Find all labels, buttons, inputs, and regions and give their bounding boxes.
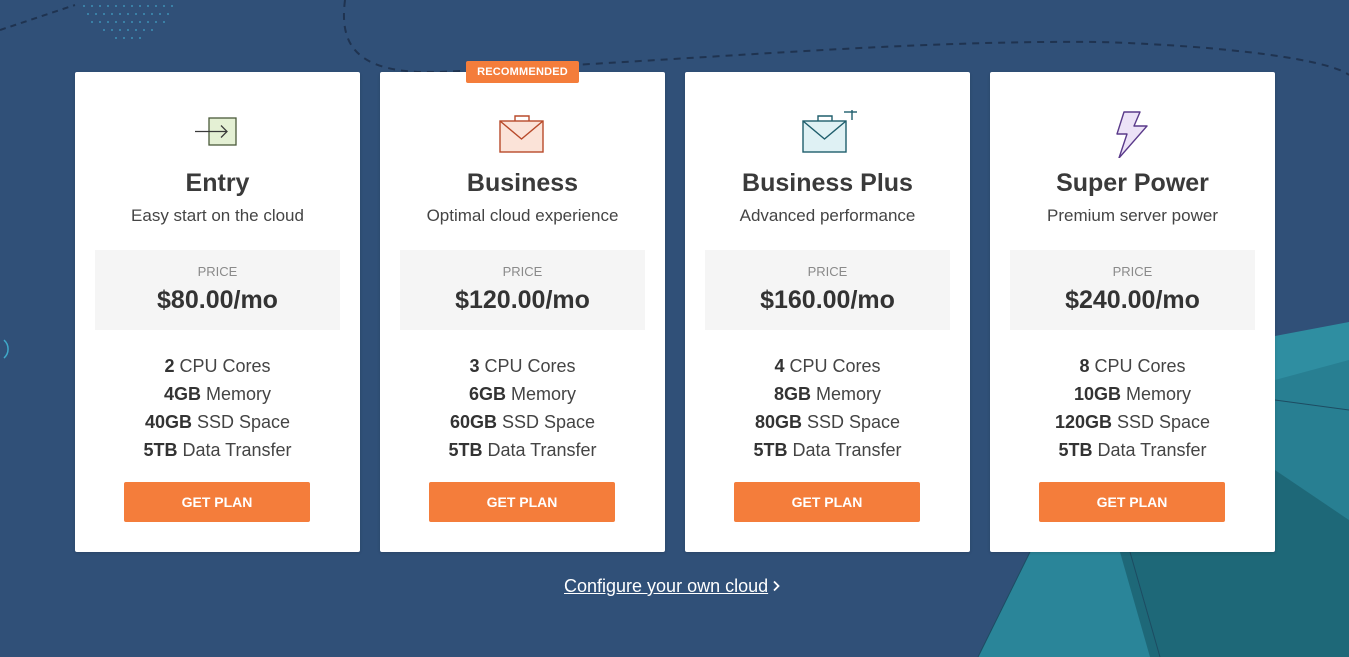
price-value: $80.00/mo: [157, 286, 278, 314]
feature-cpu: 8 CPU Cores: [1079, 356, 1186, 376]
plan-name: Business Plus: [742, 169, 913, 197]
price-box: PRICE $120.00/mo: [400, 250, 645, 330]
get-plan-button-business-plus[interactable]: GET PLAN: [734, 482, 920, 522]
recommended-badge: RECOMMENDED: [466, 61, 579, 83]
briefcase-icon: [499, 115, 544, 153]
feature-ssd: 120GB SSD Space: [1054, 412, 1211, 432]
price-value: $160.00/mo: [760, 286, 895, 314]
plan-name: Business: [466, 169, 579, 197]
feature-ssd: 80GB SSD Space: [754, 412, 901, 432]
price-value: $120.00/mo: [455, 286, 590, 314]
plan-card-business: Business Optimal cloud experience PRICE …: [380, 72, 665, 552]
arc-left: [3, 339, 9, 359]
price-label: PRICE: [502, 264, 543, 279]
get-plan-button-super-power[interactable]: GET PLAN: [1039, 482, 1225, 522]
plan-card-super-power: Super Power Premium server power PRICE $…: [990, 72, 1275, 552]
feature-cpu: 2 CPU Cores: [164, 356, 271, 376]
configure-link-label: Configure your own cloud: [564, 576, 769, 596]
price-value: $240.00/mo: [1065, 286, 1200, 314]
feature-memory: 6GB Memory: [468, 384, 577, 404]
dot-pattern: [83, 5, 173, 39]
feature-ssd: 60GB SSD Space: [449, 412, 596, 432]
price-box: PRICE $240.00/mo: [1010, 250, 1255, 330]
plan-description: Premium server power: [1047, 206, 1218, 225]
price-box: PRICE $160.00/mo: [705, 250, 950, 330]
price-label: PRICE: [197, 264, 238, 279]
feature-list: 2 CPU Cores 4GB Memory 40GB SSD Space 5T…: [75, 352, 360, 464]
plan-description: Advanced performance: [739, 206, 916, 225]
feature-list: 3 CPU Cores 6GB Memory 60GB SSD Space 5T…: [380, 352, 665, 464]
get-plan-button-business[interactable]: GET PLAN: [429, 482, 615, 522]
briefcase-plus-icon: [802, 110, 857, 153]
get-plan-button-entry[interactable]: GET PLAN: [124, 482, 310, 522]
lightning-bolt-icon: [1116, 111, 1148, 158]
price-label: PRICE: [807, 264, 848, 279]
plan-description: Easy start on the cloud: [131, 206, 304, 225]
plan-description: Optimal cloud experience: [426, 206, 619, 225]
plan-card-entry: Entry Easy start on the cloud PRICE $80.…: [75, 72, 360, 552]
feature-ssd: 40GB SSD Space: [144, 412, 291, 432]
feature-memory: 4GB Memory: [163, 384, 272, 404]
feature-list: 8 CPU Cores 10GB Memory 120GB SSD Space …: [990, 352, 1275, 464]
plan-name: Super Power: [1056, 169, 1209, 197]
price-box: PRICE $80.00/mo: [95, 250, 340, 330]
chevron-right-icon: [772, 576, 780, 597]
feature-transfer: 5TB Data Transfer: [1058, 440, 1207, 460]
feature-transfer: 5TB Data Transfer: [448, 440, 597, 460]
plan-card-business-plus: Business Plus Advanced performance PRICE…: [685, 72, 970, 552]
feature-cpu: 3 CPU Cores: [469, 356, 576, 376]
configure-own-cloud-link[interactable]: Configure your own cloud: [564, 576, 780, 597]
dashed-curve: [0, 4, 76, 31]
feature-memory: 8GB Memory: [773, 384, 882, 404]
feature-transfer: 5TB Data Transfer: [753, 440, 902, 460]
feature-transfer: 5TB Data Transfer: [143, 440, 292, 460]
feature-cpu: 4 CPU Cores: [774, 356, 881, 376]
price-label: PRICE: [1112, 264, 1153, 279]
feature-memory: 10GB Memory: [1073, 384, 1192, 404]
arrow-into-box-icon: [195, 117, 237, 146]
plan-name: Entry: [185, 169, 250, 197]
feature-list: 4 CPU Cores 8GB Memory 80GB SSD Space 5T…: [685, 352, 970, 464]
